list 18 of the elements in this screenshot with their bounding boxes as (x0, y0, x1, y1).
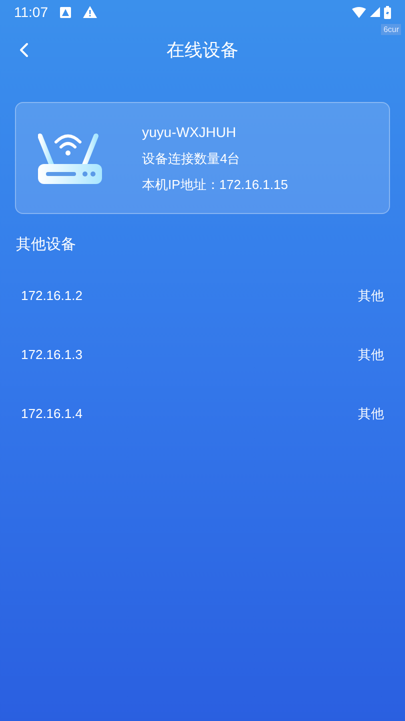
device-type: 其他 (358, 287, 384, 306)
page-title: 在线设备 (166, 38, 238, 62)
debug-label: 6cur (381, 24, 401, 35)
wifi-icon (352, 6, 366, 18)
local-ip: 本机IP地址：172.16.1.15 (142, 176, 288, 194)
device-ip: 172.16.1.3 (21, 346, 82, 364)
image-icon (60, 6, 71, 18)
device-count: 设备连接数量4台 (142, 150, 242, 168)
device-type: 其他 (358, 405, 384, 424)
status-time: 11:07 (14, 2, 48, 22)
battery-icon (384, 6, 391, 18)
device-type: 其他 (358, 346, 384, 364)
device-ip: 172.16.1.2 (21, 287, 82, 306)
section-title: 其他设备 (16, 235, 77, 255)
signal-icon (370, 7, 380, 17)
device-ip: 172.16.1.4 (21, 405, 82, 424)
warning-icon (83, 6, 97, 18)
router-name: yuyu-WXJHUH (142, 123, 238, 142)
